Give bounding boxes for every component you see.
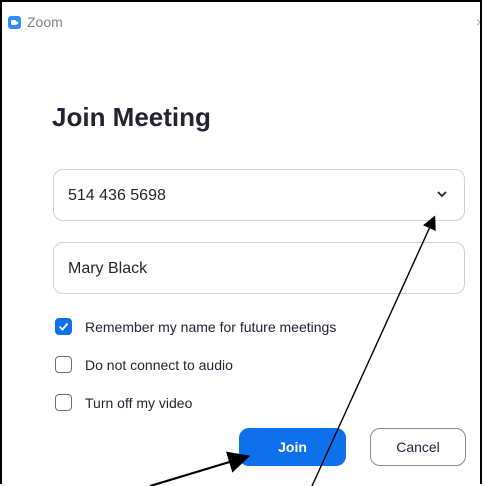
video-off-label: Turn off my video	[85, 394, 193, 411]
no-audio-label: Do not connect to audio	[85, 356, 233, 373]
video-off-checkbox[interactable]	[55, 394, 72, 411]
close-icon[interactable]: ×	[476, 14, 480, 30]
page-title: Join Meeting	[52, 102, 211, 132]
video-off-option[interactable]: Turn off my video	[55, 394, 192, 411]
window-title: Zoom	[27, 14, 63, 30]
title-bar: Zoom	[8, 12, 63, 32]
no-audio-option[interactable]: Do not connect to audio	[55, 356, 233, 373]
name-input[interactable]	[68, 258, 398, 280]
meeting-id-input[interactable]	[68, 185, 398, 207]
remember-name-label: Remember my name for future meetings	[85, 318, 337, 335]
checkmark-icon	[58, 322, 69, 331]
remember-name-checkbox[interactable]	[55, 318, 72, 335]
chevron-down-icon[interactable]	[436, 188, 448, 200]
zoom-window: Zoom × Join Meeting Remember my name for…	[0, 0, 482, 484]
zoom-logo-icon	[8, 15, 21, 29]
no-audio-checkbox[interactable]	[55, 356, 72, 373]
remember-name-option[interactable]: Remember my name for future meetings	[55, 318, 336, 335]
cancel-button[interactable]: Cancel	[370, 428, 466, 466]
name-field[interactable]	[53, 242, 465, 294]
meeting-id-combobox[interactable]	[53, 169, 465, 221]
join-button[interactable]: Join	[239, 428, 346, 466]
